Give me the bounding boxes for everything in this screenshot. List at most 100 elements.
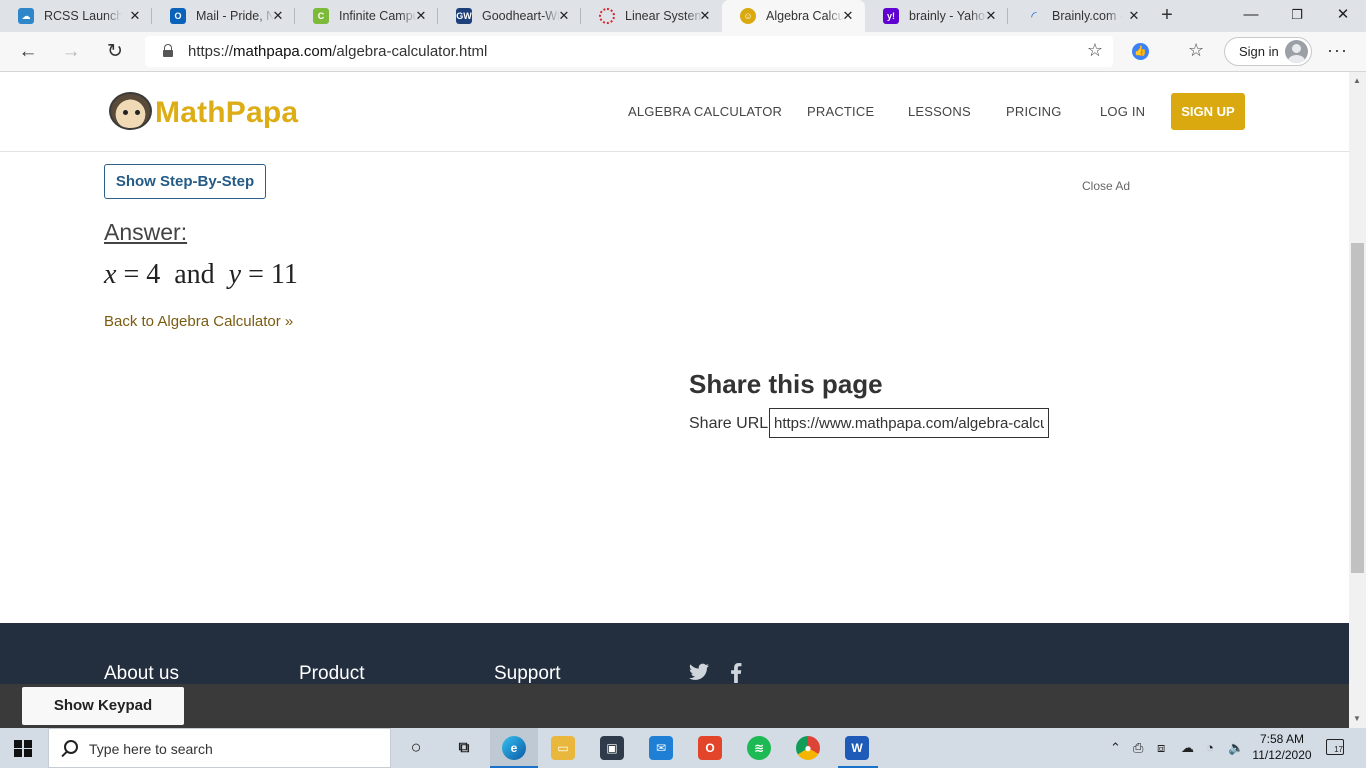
url-path: /algebra-calculator.html	[332, 43, 488, 60]
twitter-icon[interactable]	[689, 663, 709, 683]
site-header: MathPapa ALGEBRA CALCULATOR PRACTICE LES…	[0, 72, 1349, 152]
meet-now-icon[interactable]: ⎙	[1133, 740, 1143, 756]
cortana-icon[interactable]: ○	[404, 736, 428, 760]
sign-in-button[interactable]: Sign in	[1224, 37, 1312, 66]
tab-brainly-yahoo[interactable]: y! brainly - Yahoo ✕	[865, 0, 1008, 32]
share-heading: Share this page	[689, 369, 883, 399]
answer-value-y: 11	[270, 259, 298, 290]
mathpapa-logo-icon[interactable]	[109, 92, 152, 130]
store-icon[interactable]: ▣	[600, 736, 624, 760]
close-tab-icon[interactable]: ✕	[841, 9, 855, 23]
close-tab-icon[interactable]: ✕	[128, 9, 142, 23]
file-explorer-icon[interactable]: ▭	[551, 736, 575, 760]
keypad-bar: Show Keypad	[0, 684, 1349, 728]
wifi-icon[interactable]: ◔	[1206, 740, 1214, 755]
answer-heading: Answer:	[104, 219, 188, 245]
close-tab-icon[interactable]: ✕	[271, 9, 285, 23]
back-to-calculator-link[interactable]: Back to Algebra Calculator »	[104, 313, 293, 330]
tab-infinite-campus[interactable]: C Infinite Campus ✕	[295, 0, 438, 32]
restore-button[interactable]: ❐	[1274, 0, 1320, 32]
favorite-star-icon[interactable]: ☆	[1087, 40, 1103, 61]
word-icon[interactable]: W	[845, 736, 869, 760]
tab-title: Algebra Calculator	[766, 9, 844, 23]
campus-icon: C	[313, 8, 329, 24]
taskbar-search-placeholder: Type here to search	[89, 741, 213, 757]
footer-product[interactable]: Product	[299, 663, 364, 685]
mail-icon[interactable]: ✉	[649, 736, 673, 760]
close-tab-icon[interactable]: ✕	[984, 9, 998, 23]
spotify-icon[interactable]: ≋	[747, 736, 771, 760]
scroll-up-icon[interactable]: ▲	[1353, 76, 1361, 85]
yahoo-icon: y!	[883, 8, 899, 24]
onedrive-icon[interactable]: ☁	[1181, 740, 1194, 756]
new-tab-button[interactable]: +	[1155, 4, 1179, 28]
tab-rcss-launchpad[interactable]: ☁ RCSS LaunchPad ✕	[0, 0, 152, 32]
nav-lessons[interactable]: LESSONS	[908, 104, 971, 119]
more-options-icon[interactable]: ···	[1327, 40, 1348, 61]
network-drive-icon[interactable]: ⧈	[1157, 740, 1165, 756]
notification-center-icon[interactable]: 17	[1326, 739, 1344, 755]
office-icon[interactable]: O	[698, 736, 722, 760]
close-window-button[interactable]: ✕	[1320, 0, 1366, 32]
tab-algebra-calculator[interactable]: ☺ Algebra Calculator ✕	[722, 0, 865, 32]
close-tab-icon[interactable]: ✕	[557, 9, 571, 23]
close-ad-link[interactable]: Close Ad	[1082, 179, 1130, 193]
tab-title: brainly - Yahoo	[909, 9, 987, 23]
tab-title: Infinite Campus	[339, 9, 417, 23]
refresh-icon[interactable]: ↻	[101, 38, 129, 66]
share-url-input[interactable]	[769, 408, 1049, 438]
facebook-icon[interactable]	[730, 663, 750, 683]
minimize-button[interactable]: —	[1228, 0, 1274, 32]
volume-icon[interactable]: 🔈	[1228, 740, 1244, 756]
extension-icon[interactable]: 👍	[1132, 43, 1149, 60]
tab-title: Linear Systems	[625, 9, 703, 23]
show-hidden-icons-icon[interactable]: ⌃	[1110, 740, 1121, 756]
windows-start-icon[interactable]	[14, 740, 32, 757]
footer-about-us[interactable]: About us	[104, 663, 179, 685]
nav-practice[interactable]: PRACTICE	[807, 104, 874, 119]
taskbar-search-box[interactable]: Type here to search	[48, 728, 391, 768]
sign-up-button[interactable]: SIGN UP	[1171, 93, 1245, 130]
clock-date: 11/12/2020	[1252, 748, 1312, 762]
clock-time: 7:58 AM	[1259, 732, 1305, 746]
close-tab-icon[interactable]: ✕	[698, 9, 712, 23]
nav-pricing[interactable]: PRICING	[1006, 104, 1062, 119]
address-bar[interactable]: https://mathpapa.com/algebra-calculator.…	[145, 36, 1113, 67]
site-logo[interactable]: MathPapa	[155, 96, 298, 130]
search-icon	[64, 740, 78, 754]
cloud-icon: ☁	[18, 8, 34, 24]
nav-algebra-calculator[interactable]: ALGEBRA CALCULATOR	[628, 104, 782, 119]
brainly-icon: ◜	[1031, 7, 1037, 24]
answer-joiner: and	[174, 259, 215, 290]
page-scrollbar[interactable]: ▲ ▼	[1349, 72, 1366, 728]
taskbar-clock[interactable]: 7:58 AM 11/12/2020	[1252, 731, 1312, 763]
edge-icon[interactable]: e	[502, 736, 526, 760]
tab-brainly[interactable]: ◜ Brainly.com - For ✕	[1008, 0, 1151, 32]
chrome-icon[interactable]: ●	[796, 736, 820, 760]
show-step-by-step-button[interactable]: Show Step-By-Step	[104, 164, 266, 199]
tab-goodheart-willcox[interactable]: GW Goodheart-Willcox ✕	[438, 0, 581, 32]
answer-equation: x = 4 and y = 11	[104, 259, 298, 290]
windows-taskbar: Type here to search ○ ⧉ e ▭ ▣ ✉ O ≋ ● W …	[0, 728, 1366, 768]
show-keypad-button[interactable]: Show Keypad	[22, 687, 184, 725]
task-view-icon[interactable]: ⧉	[452, 736, 476, 760]
footer-support[interactable]: Support	[494, 663, 561, 685]
scrollbar-thumb[interactable]	[1351, 243, 1364, 573]
url-text[interactable]: https://mathpapa.com/algebra-calculator.…	[188, 43, 487, 60]
close-tab-icon[interactable]: ✕	[414, 9, 428, 23]
tab-linear-systems[interactable]: Linear Systems ✕	[581, 0, 722, 32]
browser-toolbar: ← → ↻ https://mathpapa.com/algebra-calcu…	[0, 32, 1366, 72]
back-arrow-icon[interactable]: ←	[14, 38, 42, 66]
tab-title: Mail - Pride, N	[196, 9, 274, 23]
nav-log-in[interactable]: LOG IN	[1100, 104, 1145, 119]
forward-arrow-icon[interactable]: →	[57, 38, 85, 66]
scroll-down-icon[interactable]: ▼	[1353, 714, 1361, 723]
tab-mail[interactable]: O Mail - Pride, N ✕	[152, 0, 295, 32]
tab-title: Goodheart-Willcox	[482, 9, 560, 23]
favorites-icon[interactable]: ☆	[1188, 40, 1204, 61]
answer-variable-y: y	[228, 259, 242, 290]
close-tab-icon[interactable]: ✕	[1127, 9, 1141, 23]
notification-count: 17	[1334, 745, 1343, 754]
gw-icon: GW	[456, 8, 472, 24]
main-content: Show Step-By-Step Close Ad Answer: x = 4…	[0, 153, 1349, 623]
